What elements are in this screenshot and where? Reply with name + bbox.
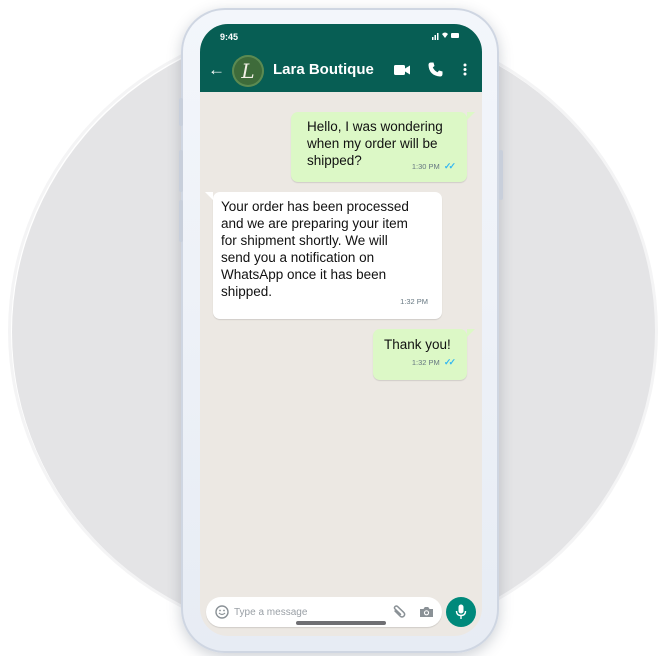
message-line: Thank you! — [384, 337, 451, 352]
phone-side-button-left — [179, 150, 183, 192]
chat-header: 9:45 ← L Lara Boutique — [200, 24, 482, 92]
message-time: 1:30 PM — [411, 162, 440, 171]
message-time: 1:32 PM — [411, 358, 440, 367]
message-line: shipped. — [221, 284, 273, 299]
avatar[interactable]: L — [232, 55, 264, 87]
message-meta: 1:32 PM ✓✓ — [411, 354, 456, 371]
signal-wifi-battery-icon — [432, 32, 459, 40]
message-text: Your order has been processed and we are… — [221, 198, 409, 300]
home-indicator[interactable] — [296, 621, 386, 625]
paperclip-icon[interactable] — [392, 605, 406, 619]
message-line: WhatsApp once it has been — [221, 267, 387, 282]
more-options-icon[interactable] — [463, 63, 467, 76]
status-icons — [432, 31, 460, 42]
message-meta: 1:30 PM ✓✓ — [411, 158, 456, 175]
message-input[interactable] — [234, 604, 374, 620]
voice-call-icon[interactable] — [428, 62, 443, 77]
message-line: Your order has been processed — [221, 199, 409, 214]
chat-screen: 9:45 ← L Lara Boutique Hello, I was wond… — [200, 24, 482, 636]
read-receipt-icon: ✓✓ — [443, 161, 456, 171]
phone-side-button-left — [179, 200, 183, 242]
message-line: when my order will be — [307, 136, 438, 151]
bubble-tail — [467, 112, 475, 120]
camera-icon[interactable] — [419, 606, 434, 618]
avatar-letter: L — [241, 59, 255, 83]
bubble-tail — [205, 192, 213, 200]
message-text: Thank you! — [384, 336, 451, 353]
phone-side-button-right — [499, 150, 503, 200]
message-time: 1:32 PM — [400, 297, 428, 306]
microphone-icon — [455, 604, 467, 619]
phone-side-button-left — [179, 98, 183, 126]
message-outgoing[interactable]: Thank you! 1:32 PM ✓✓ — [373, 329, 467, 380]
read-receipt-icon: ✓✓ — [443, 357, 456, 367]
microphone-button[interactable] — [446, 597, 476, 627]
video-call-icon[interactable] — [394, 65, 410, 75]
message-line: send you a notification on — [221, 250, 375, 265]
message-line: for shipment shortly. We will — [221, 233, 388, 248]
back-arrow-icon[interactable]: ← — [208, 61, 225, 78]
bubble-tail — [467, 329, 475, 337]
message-outgoing[interactable]: Hello, I was wondering when my order wil… — [291, 112, 467, 182]
message-meta: 1:32 PM — [400, 293, 428, 310]
emoji-icon[interactable] — [215, 605, 229, 619]
message-line: and we are preparing your item — [221, 216, 408, 231]
status-time: 9:45 — [220, 32, 239, 42]
message-line: Hello, I was wondering — [307, 119, 443, 134]
contact-name[interactable]: Lara Boutique — [273, 61, 374, 78]
stage: 9:45 ← L Lara Boutique Hello, I was wond… — [0, 0, 668, 656]
message-incoming[interactable]: Your order has been processed and we are… — [213, 192, 442, 319]
